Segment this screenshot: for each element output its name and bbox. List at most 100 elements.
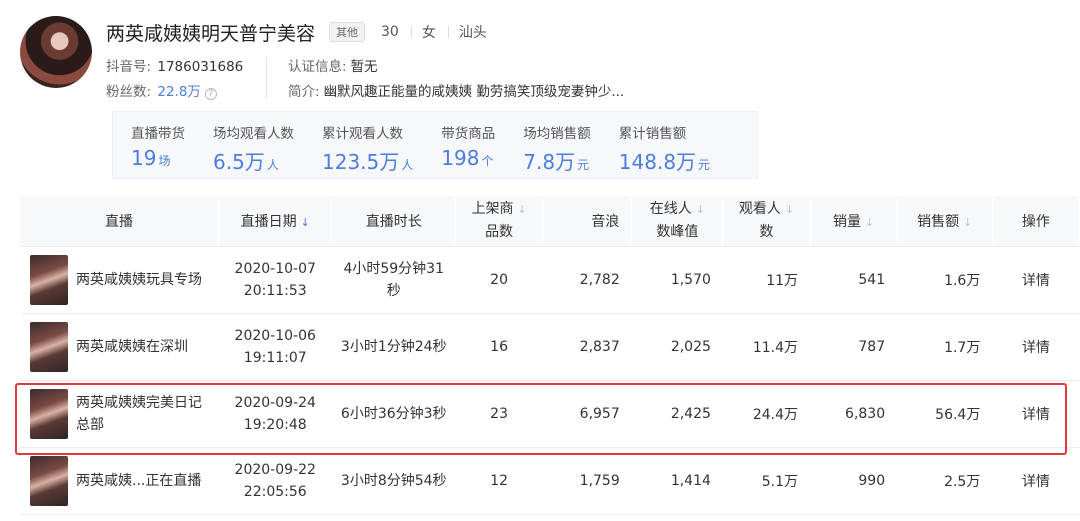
peak-online: 2,425 [631,380,723,448]
douyin-id: 1786031686 [157,59,244,75]
stat-label: 带货商品 [441,126,496,142]
viewers: 11万 [722,246,811,314]
revenue: 1.7万 [897,313,993,381]
sales-count: 6,830 [810,380,898,448]
live-date: 2020-10-07 20:11:53 [218,246,332,314]
divider [266,58,267,98]
city: 汕头 [448,22,487,42]
peak-online: 1,570 [631,246,723,314]
col-date[interactable]: 直播日期 ↓ [218,196,333,247]
stat-avg-viewers: 场均观看人数 6.5万人 [213,112,294,178]
products-count: 12 [455,447,543,515]
peak-online: 1,414 [631,447,723,515]
col-sound: 音浪 [542,196,633,247]
anchor-name: 两英咸姨姨明天普宁美容 [106,22,316,45]
sales-count: 787 [810,313,898,381]
sound-wave: 2,782 [542,246,632,314]
sort-icon[interactable]: ↓ [785,203,794,216]
stat-products: 带货商品 198 个 [441,112,495,178]
col-sales[interactable]: 销量 ↓ [810,196,898,247]
stat-label: 累计观看人数 [322,126,403,142]
sort-icon[interactable]: ↓ [696,203,705,216]
peak-online: 2,025 [631,313,723,381]
live-title[interactable]: 两英咸姨...正在直播 [76,470,204,492]
products-count: 20 [455,246,543,314]
col-revenue[interactable]: 销售额 ↓ [897,196,993,247]
profile-header: 两英咸姨姨明天普宁美容 其他 30 女 汕头 [106,18,487,46]
sales-count: 541 [810,246,898,314]
sound-wave: 2,837 [542,313,632,381]
stat-label: 累计销售额 [618,126,687,142]
stat-total-viewers: 累计观看人数 123.5万人 [322,112,413,178]
stat-value: 198 个 [441,146,494,170]
age: 30 [381,24,399,40]
live-date: 2020-10-06 19:11:07 [218,313,332,381]
sort-down-icon[interactable]: ↓ [301,216,310,229]
live-duration: 3小时1分钟24秒 [331,313,456,381]
viewers: 24.4万 [722,380,811,448]
col-peak[interactable]: 在线人 ↓ 数峰值 [631,196,724,247]
cert-label: 认证信息: [288,59,347,75]
stat-value: 148.8万元 [618,150,711,174]
table-row[interactable]: 两英咸姨姨玩具专场 2020-10-07 20:11:53 4小时59分钟31秒 … [20,246,1080,314]
col-action: 操作 [992,196,1080,247]
table-header: 直播 直播日期 ↓ 直播时长 上架商 ↓ 品数 音浪 在线人 ↓ 数峰值 观看人 ↓ 数 销量… [20,196,1080,247]
sort-icon[interactable]: ↓ [865,216,874,229]
col-duration: 直播时长 [331,196,457,247]
stat-live-count: 直播带货 19 场 [131,112,185,178]
revenue: 1.6万 [897,246,993,314]
viewers: 5.1万 [722,447,811,515]
table-row[interactable]: 两英咸姨姨在深圳 2020-10-06 19:11:07 3小时1分钟24秒 16… [20,313,1080,381]
detail-link[interactable]: 详情 [992,447,1080,515]
col-viewers[interactable]: 观看人 ↓ 数 [722,196,811,247]
douyin-id-label: 抖音号: [106,59,152,75]
stat-value: 19 场 [131,146,171,170]
table-row[interactable]: 两英咸姨...正在直播 2020-09-22 22:05:56 3小时8分钟54秒… [20,447,1080,515]
detail-link[interactable]: 详情 [992,246,1080,314]
viewers: 11.4万 [722,313,811,381]
products-count: 23 [455,380,543,448]
stat-avg-sales: 场均销售额 7.8万元 [523,112,591,178]
sales-count: 990 [810,447,898,515]
live-duration: 6小时36分钟3秒 [331,380,456,448]
live-date: 2020-09-22 22:05:56 [218,447,332,515]
live-date: 2020-09-24 19:20:48 [218,380,332,448]
live-thumbnail[interactable] [30,388,68,439]
account-info: 抖音号: 1786031686 粉丝数: 22.8万? [106,55,243,105]
sound-wave: 6,957 [542,380,632,448]
help-icon[interactable]: ? [204,88,217,100]
revenue: 2.5万 [897,447,993,515]
live-table: 直播 直播日期 ↓ 直播时长 上架商 ↓ 品数 音浪 在线人 ↓ 数峰值 观看人 ↓ 数 销量… [20,196,1080,515]
live-thumbnail[interactable] [30,455,68,506]
live-title[interactable]: 两英咸姨姨在深圳 [76,336,204,358]
stat-label: 直播带货 [131,126,185,142]
live-title[interactable]: 两英咸姨姨玩具专场 [76,269,204,291]
bio-label: 简介: [288,84,320,100]
live-title[interactable]: 两英咸姨姨完美日记总部 [76,392,204,436]
col-products[interactable]: 上架商 ↓ 品数 [455,196,544,247]
stat-value: 6.5万人 [213,150,279,174]
col-live: 直播 [20,196,220,247]
cert-value: 暂无 [350,59,378,75]
avatar [20,16,92,88]
stat-total-sales: 累计销售额 148.8万元 [619,112,710,178]
live-duration: 3小时8分钟54秒 [331,447,456,515]
stat-value: 123.5万人 [322,150,414,174]
sort-icon[interactable]: ↓ [963,216,972,229]
detail-link[interactable]: 详情 [992,380,1080,448]
fans-label: 粉丝数: [106,84,152,100]
live-thumbnail[interactable] [30,321,68,372]
gender: 女 [411,22,436,42]
live-duration: 4小时59分钟31秒 [331,246,456,314]
sort-icon[interactable]: ↓ [517,203,526,216]
fans-count: 22.8万 [157,84,201,100]
stat-label: 场均观看人数 [213,126,294,142]
bio-text: 幽默风趣正能量的咸姨姨 勤劳搞笑顶级宠妻钟少... [323,84,625,100]
table-row[interactable]: 两英咸姨姨完美日记总部 2020-09-24 19:20:48 6小时36分钟3秒… [20,380,1080,448]
stat-label: 场均销售额 [523,126,591,142]
products-count: 16 [455,313,543,381]
detail-link[interactable]: 详情 [992,313,1080,381]
cert-info: 认证信息: 暂无 简介: 幽默风趣正能量的咸姨姨 勤劳搞笑顶级宠妻钟少... [288,55,624,105]
category-tag: 其他 [329,22,366,42]
live-thumbnail[interactable] [30,254,68,305]
